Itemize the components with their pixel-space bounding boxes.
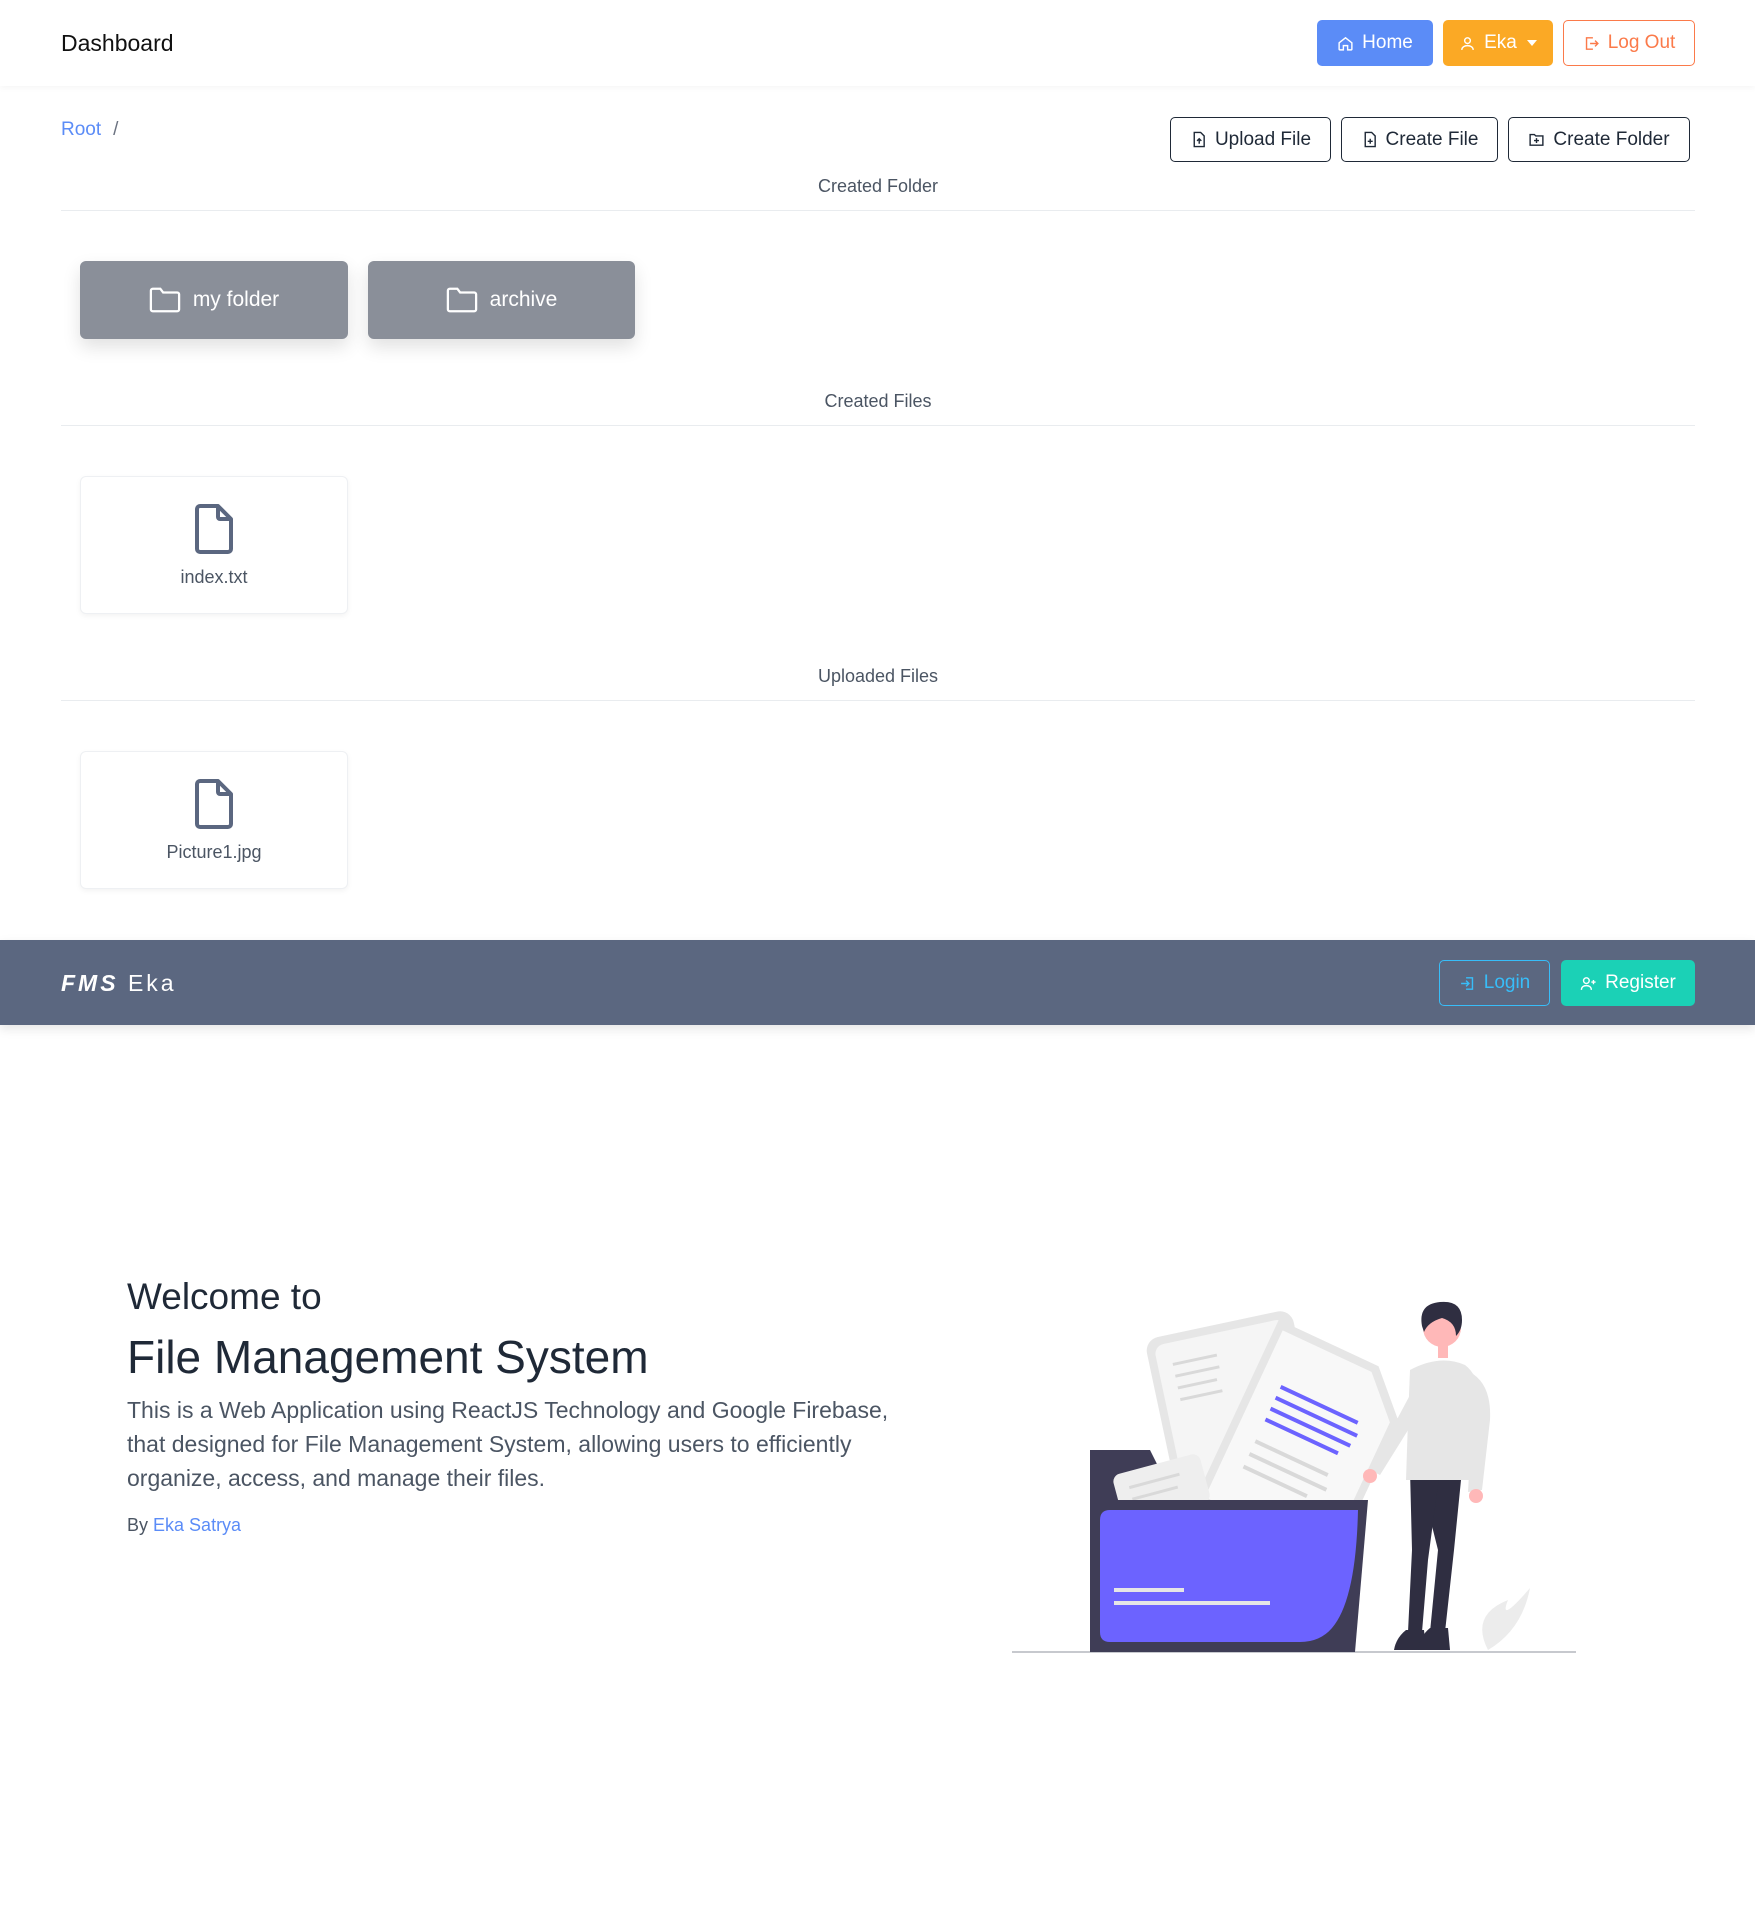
create-folder-label: Create Folder bbox=[1553, 128, 1670, 150]
file-card[interactable]: Picture1.jpg bbox=[80, 751, 348, 889]
author-link[interactable]: Eka Satrya bbox=[153, 1515, 241, 1535]
home-icon bbox=[1338, 36, 1353, 51]
divider bbox=[61, 425, 1695, 426]
login-button[interactable]: Login bbox=[1439, 960, 1550, 1006]
login-button-label: Login bbox=[1483, 972, 1531, 993]
upload-file-label: Upload File bbox=[1214, 128, 1312, 150]
folder-plus-icon bbox=[1529, 133, 1544, 146]
home-button[interactable]: Home bbox=[1317, 20, 1433, 66]
user-dropdown-button[interactable]: Eka bbox=[1443, 20, 1553, 66]
divider bbox=[61, 210, 1695, 211]
register-button[interactable]: Register bbox=[1561, 960, 1695, 1006]
logout-button-label: Log Out bbox=[1607, 32, 1676, 53]
uploaded-files-heading: Uploaded Files bbox=[817, 666, 939, 686]
page-title: Dashboard bbox=[61, 30, 174, 56]
byline-label: By bbox=[127, 1515, 149, 1535]
file-plus-icon bbox=[1364, 131, 1376, 148]
home-button-label: Home bbox=[1362, 32, 1413, 53]
logout-icon bbox=[1585, 36, 1599, 50]
file-icon bbox=[195, 779, 233, 829]
chevron-down-icon bbox=[1526, 40, 1537, 46]
file-card[interactable]: index.txt bbox=[80, 476, 348, 614]
breadcrumb: Root / bbox=[61, 119, 118, 141]
folder-icon bbox=[446, 287, 477, 313]
upload-file-button[interactable]: Upload File bbox=[1170, 117, 1331, 162]
register-button-label: Register bbox=[1605, 972, 1676, 993]
hero-title: File Management System bbox=[127, 1331, 649, 1383]
file-upload-icon bbox=[1193, 131, 1205, 148]
created-folder-heading: Created Folder bbox=[817, 176, 939, 196]
folder-name: archive bbox=[489, 288, 558, 311]
created-files-heading: Created Files bbox=[824, 391, 932, 411]
folder-card[interactable]: archive bbox=[368, 261, 635, 339]
login-icon bbox=[1460, 976, 1473, 990]
file-name: Picture1.jpg bbox=[166, 842, 262, 862]
folder-icon bbox=[149, 287, 181, 313]
user-plus-icon bbox=[1580, 976, 1596, 990]
folder-name: my folder bbox=[192, 288, 280, 311]
user-button-label: Eka bbox=[1484, 32, 1517, 53]
file-icon bbox=[195, 504, 233, 554]
user-icon bbox=[1461, 36, 1474, 50]
app-logo[interactable]: FMS Eka bbox=[61, 970, 177, 997]
breadcrumb-separator: / bbox=[113, 119, 119, 140]
hero-welcome: Welcome to bbox=[127, 1276, 322, 1317]
logout-button[interactable]: Log Out bbox=[1563, 20, 1695, 66]
breadcrumb-root-link[interactable]: Root bbox=[61, 119, 101, 141]
create-folder-button[interactable]: Create Folder bbox=[1508, 117, 1690, 162]
file-name: index.txt bbox=[180, 567, 248, 587]
folder-card[interactable]: my folder bbox=[80, 261, 348, 339]
logo-name-text: Eka bbox=[127, 970, 177, 996]
hero-byline: By Eka Satrya bbox=[127, 1515, 241, 1536]
divider bbox=[61, 700, 1695, 701]
logo-bold-text: FMS bbox=[61, 970, 119, 996]
file-management-illustration bbox=[1012, 1301, 1576, 1653]
hero-description: This is a Web Application using ReactJS … bbox=[127, 1397, 889, 1491]
create-file-button[interactable]: Create File bbox=[1341, 117, 1498, 162]
create-file-label: Create File bbox=[1385, 128, 1479, 150]
